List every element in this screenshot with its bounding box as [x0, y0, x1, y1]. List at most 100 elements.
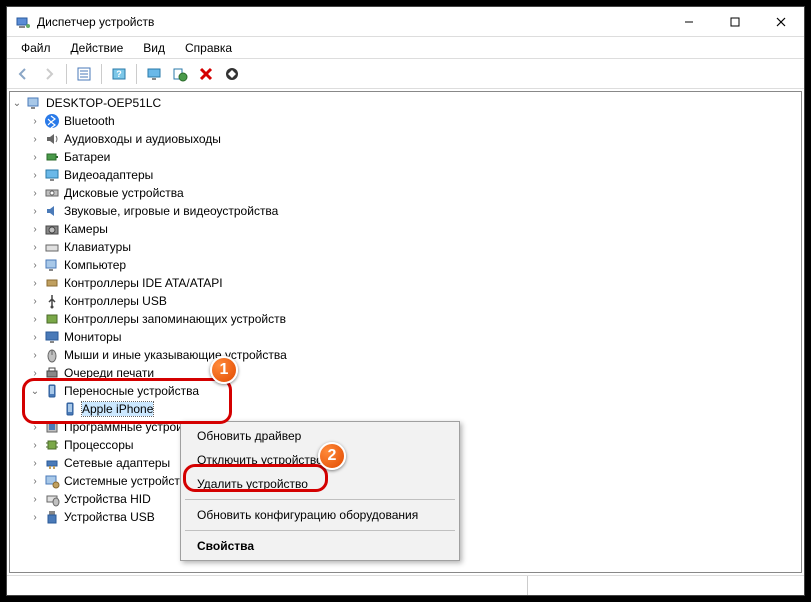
mouse-icon	[44, 347, 60, 363]
context-menu: Обновить драйвер Отключить устройство Уд…	[180, 421, 460, 561]
tree-label: Устройства HID	[64, 492, 151, 506]
statusbar	[7, 575, 804, 595]
minimize-button[interactable]	[666, 7, 712, 37]
toolbar-disable-button[interactable]	[220, 62, 244, 86]
computer-icon	[44, 257, 60, 273]
storage-icon	[44, 311, 60, 327]
toolbar-scan-button[interactable]	[168, 62, 192, 86]
toolbar-back-button[interactable]	[11, 62, 35, 86]
tree-label: Контроллеры USB	[64, 294, 167, 308]
expander-icon[interactable]: ›	[28, 456, 42, 470]
toolbar-separator	[101, 64, 102, 84]
ctx-disable-device[interactable]: Отключить устройство	[183, 448, 457, 472]
toolbar-help-button[interactable]: ?	[107, 62, 131, 86]
expander-icon[interactable]: ›	[28, 150, 42, 164]
tree-item-usb-controllers[interactable]: › Контроллеры USB	[10, 292, 801, 310]
tree-item-storage-controllers[interactable]: ›Контроллеры запоминающих устройств	[10, 310, 801, 328]
tree-label: Мыши и иные указывающие устройства	[64, 348, 287, 362]
toolbar-properties-button[interactable]	[72, 62, 96, 86]
tree-label: Процессоры	[64, 438, 134, 452]
expander-open-icon[interactable]: ⌄	[10, 96, 24, 110]
ctx-scan-hardware[interactable]: Обновить конфигурацию оборудования	[183, 503, 457, 527]
tree-item-ide-controllers[interactable]: › Контроллеры IDE ATA/ATAPI	[10, 274, 801, 292]
app-icon	[15, 14, 31, 30]
battery-icon	[44, 149, 60, 165]
svg-text:?: ?	[116, 69, 122, 79]
expander-icon[interactable]: ›	[28, 492, 42, 506]
tree-item-display-adapters[interactable]: ›Видеоадаптеры	[10, 166, 801, 184]
tree-item-disk-drives[interactable]: › Дисковые устройства	[10, 184, 801, 202]
usb-icon	[44, 293, 60, 309]
maximize-button[interactable]	[712, 7, 758, 37]
toolbar: ?	[7, 59, 804, 89]
window-title: Диспетчер устройств	[37, 15, 666, 29]
usb-device-icon	[44, 509, 60, 525]
tree-item-print-queues[interactable]: › Очереди печати	[10, 364, 801, 382]
close-button[interactable]	[758, 7, 804, 37]
window-controls	[666, 7, 804, 37]
tree-item-portable-devices[interactable]: ⌄ Переносные устройства	[10, 382, 801, 400]
tree-item-monitors[interactable]: ›Мониторы	[10, 328, 801, 346]
menu-help[interactable]: Справка	[175, 39, 242, 57]
toolbar-forward-button[interactable]	[37, 62, 61, 86]
ctx-update-driver[interactable]: Обновить драйвер	[183, 424, 457, 448]
tree-item-cameras[interactable]: ›Камеры	[10, 220, 801, 238]
menu-file[interactable]: Файл	[11, 39, 61, 57]
expander-icon[interactable]: ›	[28, 294, 42, 308]
toolbar-separator	[66, 64, 67, 84]
expander-icon[interactable]: ›	[28, 312, 42, 326]
disk-icon	[44, 185, 60, 201]
expander-icon[interactable]: ›	[28, 204, 42, 218]
tree-item-bluetooth[interactable]: › Bluetooth	[10, 112, 801, 130]
toolbar-uninstall-button[interactable]	[194, 62, 218, 86]
expander-icon[interactable]: ›	[28, 276, 42, 290]
expander-icon[interactable]: ›	[28, 132, 42, 146]
tree-root[interactable]: ⌄ DESKTOP-OEP51LC	[10, 94, 801, 112]
menu-action[interactable]: Действие	[61, 39, 134, 57]
tree-panel: ⌄ DESKTOP-OEP51LC › Bluetooth ›Аудиовходы…	[9, 91, 802, 573]
cpu-icon	[44, 437, 60, 453]
tree-label: Bluetooth	[64, 114, 115, 128]
toolbar-monitor-button[interactable]	[142, 62, 166, 86]
tree-item-audio-io[interactable]: ›Аудиовходы и аудиовыходы	[10, 130, 801, 148]
tree-root-label: DESKTOP-OEP51LC	[46, 96, 161, 110]
expander-icon[interactable]: ›	[28, 474, 42, 488]
tree-item-mice[interactable]: › Мыши и иные указывающие устройства	[10, 346, 801, 364]
tree-label: Дисковые устройства	[64, 186, 184, 200]
expander-icon[interactable]: ›	[28, 258, 42, 272]
ctx-uninstall-device[interactable]: Удалить устройство	[183, 472, 457, 496]
keyboard-icon	[44, 239, 60, 255]
tree-item-apple-iphone[interactable]: ›Apple iPhone	[10, 400, 801, 418]
expander-icon[interactable]: ›	[28, 222, 42, 236]
network-icon	[44, 455, 60, 471]
tree-label: Батареи	[64, 150, 110, 164]
portable-icon	[44, 383, 60, 399]
tree-item-sound-game-video[interactable]: ›Звуковые, игровые и видеоустройства	[10, 202, 801, 220]
expander-icon[interactable]: ›	[28, 114, 42, 128]
menu-view[interactable]: Вид	[133, 39, 175, 57]
hid-icon	[44, 491, 60, 507]
expander-open-icon[interactable]: ⌄	[28, 384, 42, 398]
tree-item-computer[interactable]: › Компьютер	[10, 256, 801, 274]
ctx-properties[interactable]: Свойства	[183, 534, 457, 558]
phone-icon	[62, 401, 78, 417]
tree-label: Компьютер	[64, 258, 126, 272]
tree-label: Контроллеры IDE ATA/ATAPI	[64, 276, 223, 290]
tree-label: Переносные устройства	[64, 384, 199, 398]
expander-icon[interactable]: ›	[28, 420, 42, 434]
expander-icon[interactable]: ›	[28, 168, 42, 182]
expander-icon[interactable]: ›	[28, 438, 42, 452]
tree-item-keyboards[interactable]: ›Клавиатуры	[10, 238, 801, 256]
tree-item-batteries[interactable]: › Батареи	[10, 148, 801, 166]
expander-icon[interactable]: ›	[28, 186, 42, 200]
expander-icon[interactable]: ›	[28, 510, 42, 524]
tree-label: Очереди печати	[64, 366, 154, 380]
menubar: Файл Действие Вид Справка	[7, 37, 804, 59]
expander-icon[interactable]: ›	[28, 240, 42, 254]
ide-icon	[44, 275, 60, 291]
expander-icon[interactable]: ›	[28, 330, 42, 344]
sound-icon	[44, 203, 60, 219]
tree-label: Системные устройства	[64, 474, 193, 488]
expander-icon[interactable]: ›	[28, 366, 42, 380]
expander-icon[interactable]: ›	[28, 348, 42, 362]
